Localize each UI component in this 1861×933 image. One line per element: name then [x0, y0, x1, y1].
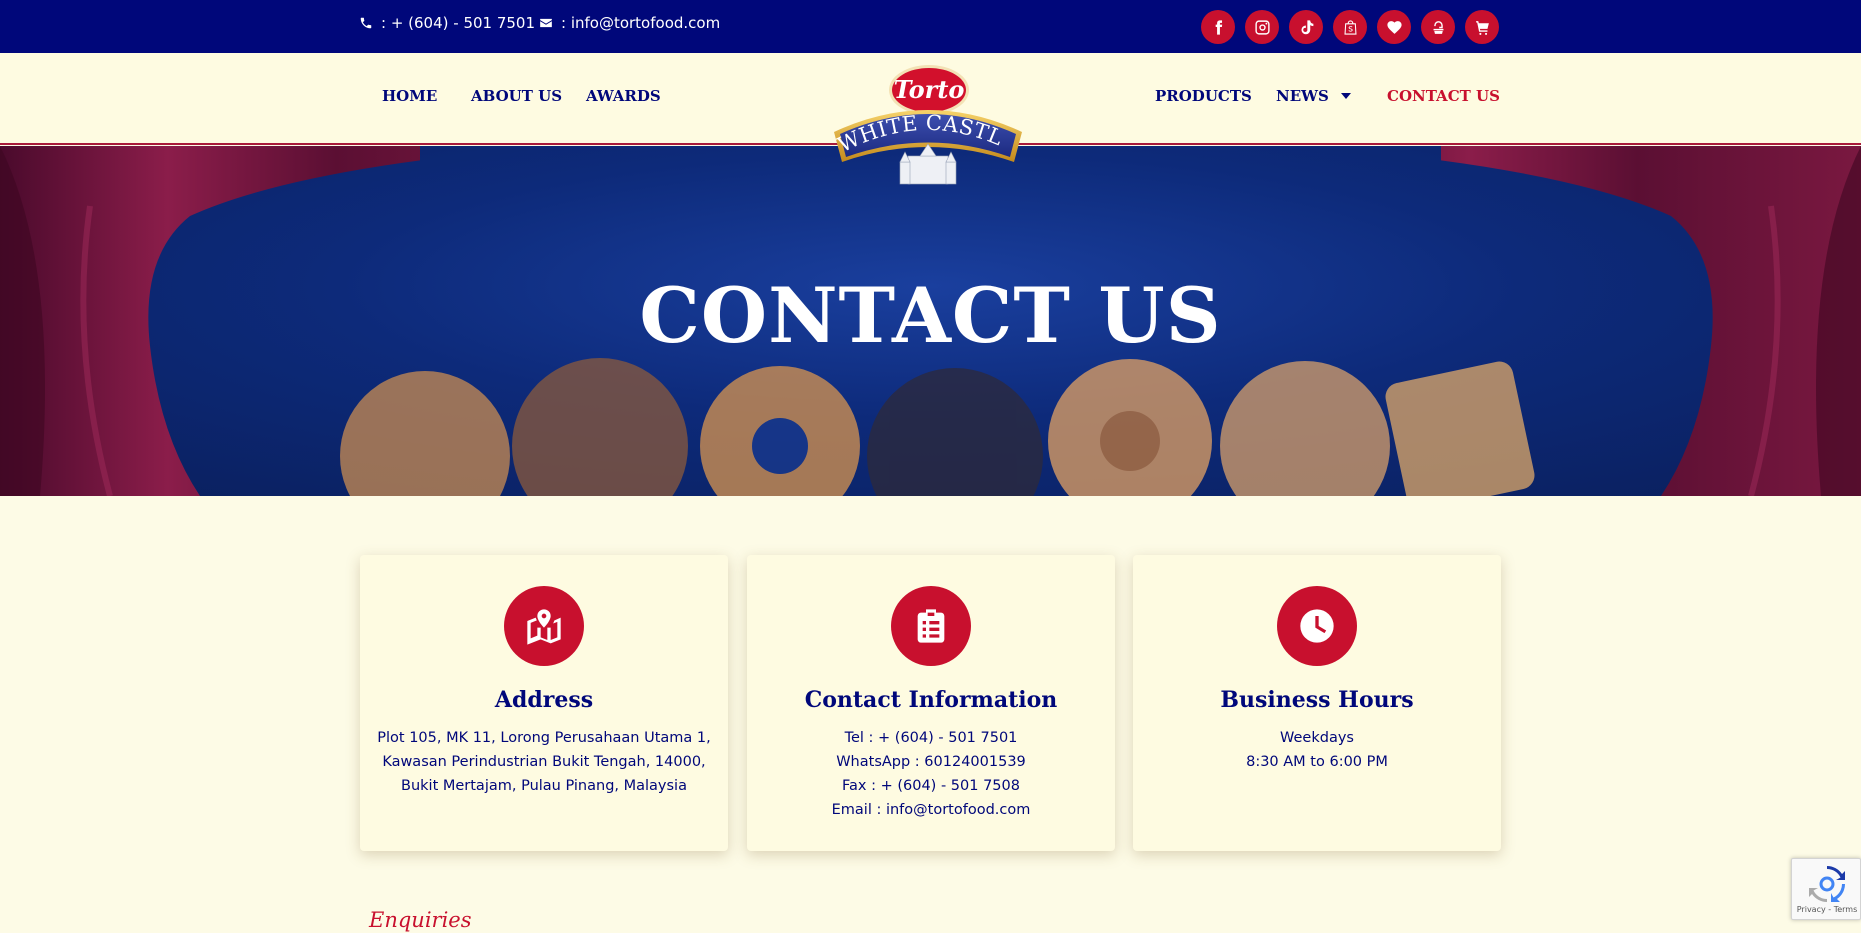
nav-home[interactable]: HOME [382, 87, 437, 105]
recaptcha-icon [1809, 866, 1845, 902]
nav-products[interactable]: PRODUCTS [1155, 87, 1252, 105]
nav-about-us[interactable]: ABOUT US [471, 87, 562, 105]
phone-icon [360, 17, 372, 29]
whatsapp-line[interactable]: WhatsApp : 60124001539 [747, 750, 1115, 774]
heart-icon [1386, 20, 1402, 34]
email-contact[interactable]: : info@tortofood.com [539, 14, 720, 32]
enquiries-heading: Enquiries [369, 908, 472, 932]
email-line[interactable]: Email : info@tortofood.com [747, 798, 1115, 822]
hours-time: 8:30 AM to 6:00 PM [1246, 754, 1388, 770]
facebook-icon [1215, 19, 1222, 35]
envelope-icon [540, 18, 552, 28]
address-line-1: Plot 105, MK 11, Lorong Perusahaan Utama… [377, 730, 711, 746]
shopee-icon [1343, 19, 1357, 35]
tiktok-icon [1300, 19, 1313, 34]
nav-awards[interactable]: AWARDS [586, 87, 661, 105]
address-title: Address [494, 687, 594, 713]
lazada-button[interactable] [1377, 10, 1411, 44]
chevron-down-icon [1340, 93, 1351, 99]
address-line-2: Kawasan Perindustrian Bukit Tengah, 1400… [382, 754, 706, 770]
cookie-row-image [340, 358, 1535, 496]
clock-circle [1277, 586, 1357, 666]
contact-info-text: Tel : + (604) - 501 7501 WhatsApp : 6012… [747, 726, 1115, 822]
address-text: Plot 105, MK 11, Lorong Perusahaan Utama… [360, 726, 728, 798]
nav-contact-us[interactable]: CONTACT US [1387, 87, 1500, 105]
map-location-icon [527, 609, 561, 645]
hero-banner: CONTACT US [0, 146, 1861, 496]
torto-white-castle-logo[interactable]: Torto WHITE CASTLE [828, 60, 1028, 195]
tel-line[interactable]: Tel : + (604) - 501 7501 [747, 726, 1115, 750]
contact-info-card: Contact Information Tel : + (604) - 501 … [747, 555, 1115, 851]
social-links [1201, 10, 1499, 44]
shopee-button[interactable] [1333, 10, 1367, 44]
top-bar: : + (604) - 501 7501 : info@tortofood.co… [0, 0, 1861, 53]
address-line-3: Bukit Mertajam, Pulau Pinang, Malaysia [401, 778, 687, 794]
instagram-icon [1254, 19, 1270, 35]
clipboard-list-icon [917, 609, 945, 643]
clipboard-circle [891, 586, 971, 666]
cart-icon [1475, 20, 1489, 35]
business-hours-text: Weekdays 8:30 AM to 6:00 PM [1133, 726, 1501, 774]
business-hours-title: Business Hours [1220, 687, 1414, 713]
instagram-button[interactable] [1245, 10, 1279, 44]
business-hours-card: Business Hours Weekdays 8:30 AM to 6:00 … [1133, 555, 1501, 851]
phone-contact[interactable]: : + (604) - 501 7501 [359, 14, 535, 32]
recaptcha-terms[interactable]: Privacy - Terms [1792, 905, 1861, 914]
nav-news[interactable]: NEWS [1276, 87, 1351, 105]
address-card: Address Plot 105, MK 11, Lorong Perusaha… [360, 555, 728, 851]
map-marker-circle [504, 586, 584, 666]
recaptcha-badge[interactable]: Privacy - Terms [1791, 858, 1861, 920]
hours-days: Weekdays [1280, 730, 1354, 746]
tiktok-button[interactable] [1289, 10, 1323, 44]
store-button[interactable] [1421, 10, 1455, 44]
clock-icon [1300, 609, 1334, 643]
phone-text: : + (604) - 501 7501 [381, 14, 536, 32]
facebook-button[interactable] [1201, 10, 1235, 44]
contact-info-title: Contact Information [804, 687, 1058, 713]
cart-button[interactable] [1465, 10, 1499, 44]
email-text: : info@tortofood.com [561, 14, 721, 32]
logo-brand: Torto [894, 75, 965, 104]
store-icon [1433, 20, 1443, 34]
nav-news-label: NEWS [1276, 87, 1329, 105]
fax-line: Fax : + (604) - 501 7508 [842, 778, 1020, 794]
page-title: CONTACT US [639, 271, 1222, 360]
